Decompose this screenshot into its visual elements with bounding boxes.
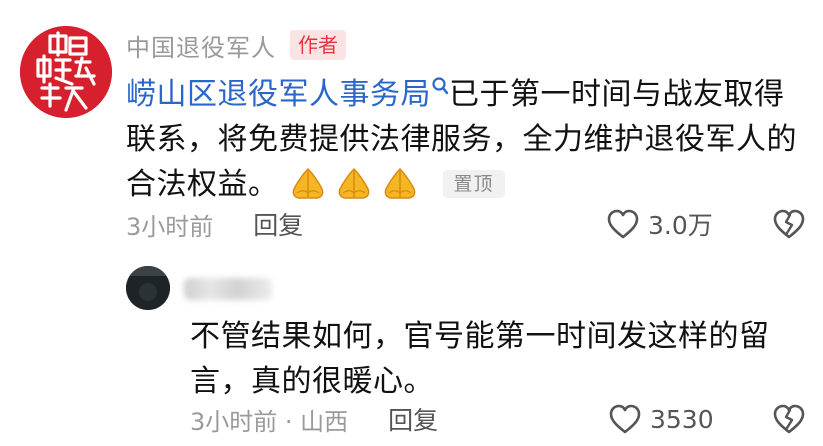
logo-mark-icon (20, 26, 112, 118)
like-count: 3.0万 (648, 211, 713, 240)
reply-avatar[interactable] (126, 266, 170, 310)
author-avatar[interactable] (20, 26, 112, 118)
avatar-image-icon (126, 266, 170, 310)
like-button[interactable]: 3.0万 (606, 205, 713, 243)
heart-icon (609, 404, 641, 434)
reply-reply-button[interactable]: 回复 (388, 401, 438, 437)
comment-time: 3小时前 (126, 212, 214, 241)
author-name[interactable]: 中国退役军人 (126, 28, 276, 63)
reply-like-button[interactable]: 3530 (608, 400, 714, 438)
pinned-badge: 置顶 (442, 170, 505, 198)
reply-dislike-button[interactable] (772, 400, 806, 438)
reply-button[interactable]: 回复 (253, 206, 303, 242)
broken-heart-icon (773, 209, 805, 239)
folded-hands-icon (292, 167, 323, 199)
comment-meta: 3小时前 回复 (126, 205, 303, 243)
heart-icon (607, 209, 639, 239)
reply-body: 不管结果如何，官号能第一时间发这样的留言，真的很暖心。 (190, 319, 770, 399)
mention-link[interactable]: 崂山区退役军人事务局 (126, 77, 431, 112)
comment-body: 崂山区退役军人事务局 已于第一时间与战友取得联系，将免费提供法律服务，全力维护退役… (126, 72, 806, 207)
broken-heart-icon (773, 404, 805, 434)
dislike-button[interactable] (772, 205, 806, 243)
author-badge: 作者 (290, 30, 346, 60)
search-icon[interactable] (431, 76, 449, 98)
reply-username-blurred[interactable] (184, 278, 272, 300)
folded-hands-icon (338, 167, 369, 199)
reply-time-location: 3小时前 · 山西 (190, 407, 349, 436)
author-row: 中国退役军人 作者 (126, 28, 346, 62)
reply-like-count: 3530 (650, 404, 714, 434)
reply-meta: 3小时前 · 山西 回复 (190, 400, 438, 438)
comment-thread: 中国退役军人 作者 崂山区退役军人事务局 已于第一时间与战友取得联系，将免费提供法… (0, 0, 823, 446)
folded-hands-icon (384, 167, 415, 199)
